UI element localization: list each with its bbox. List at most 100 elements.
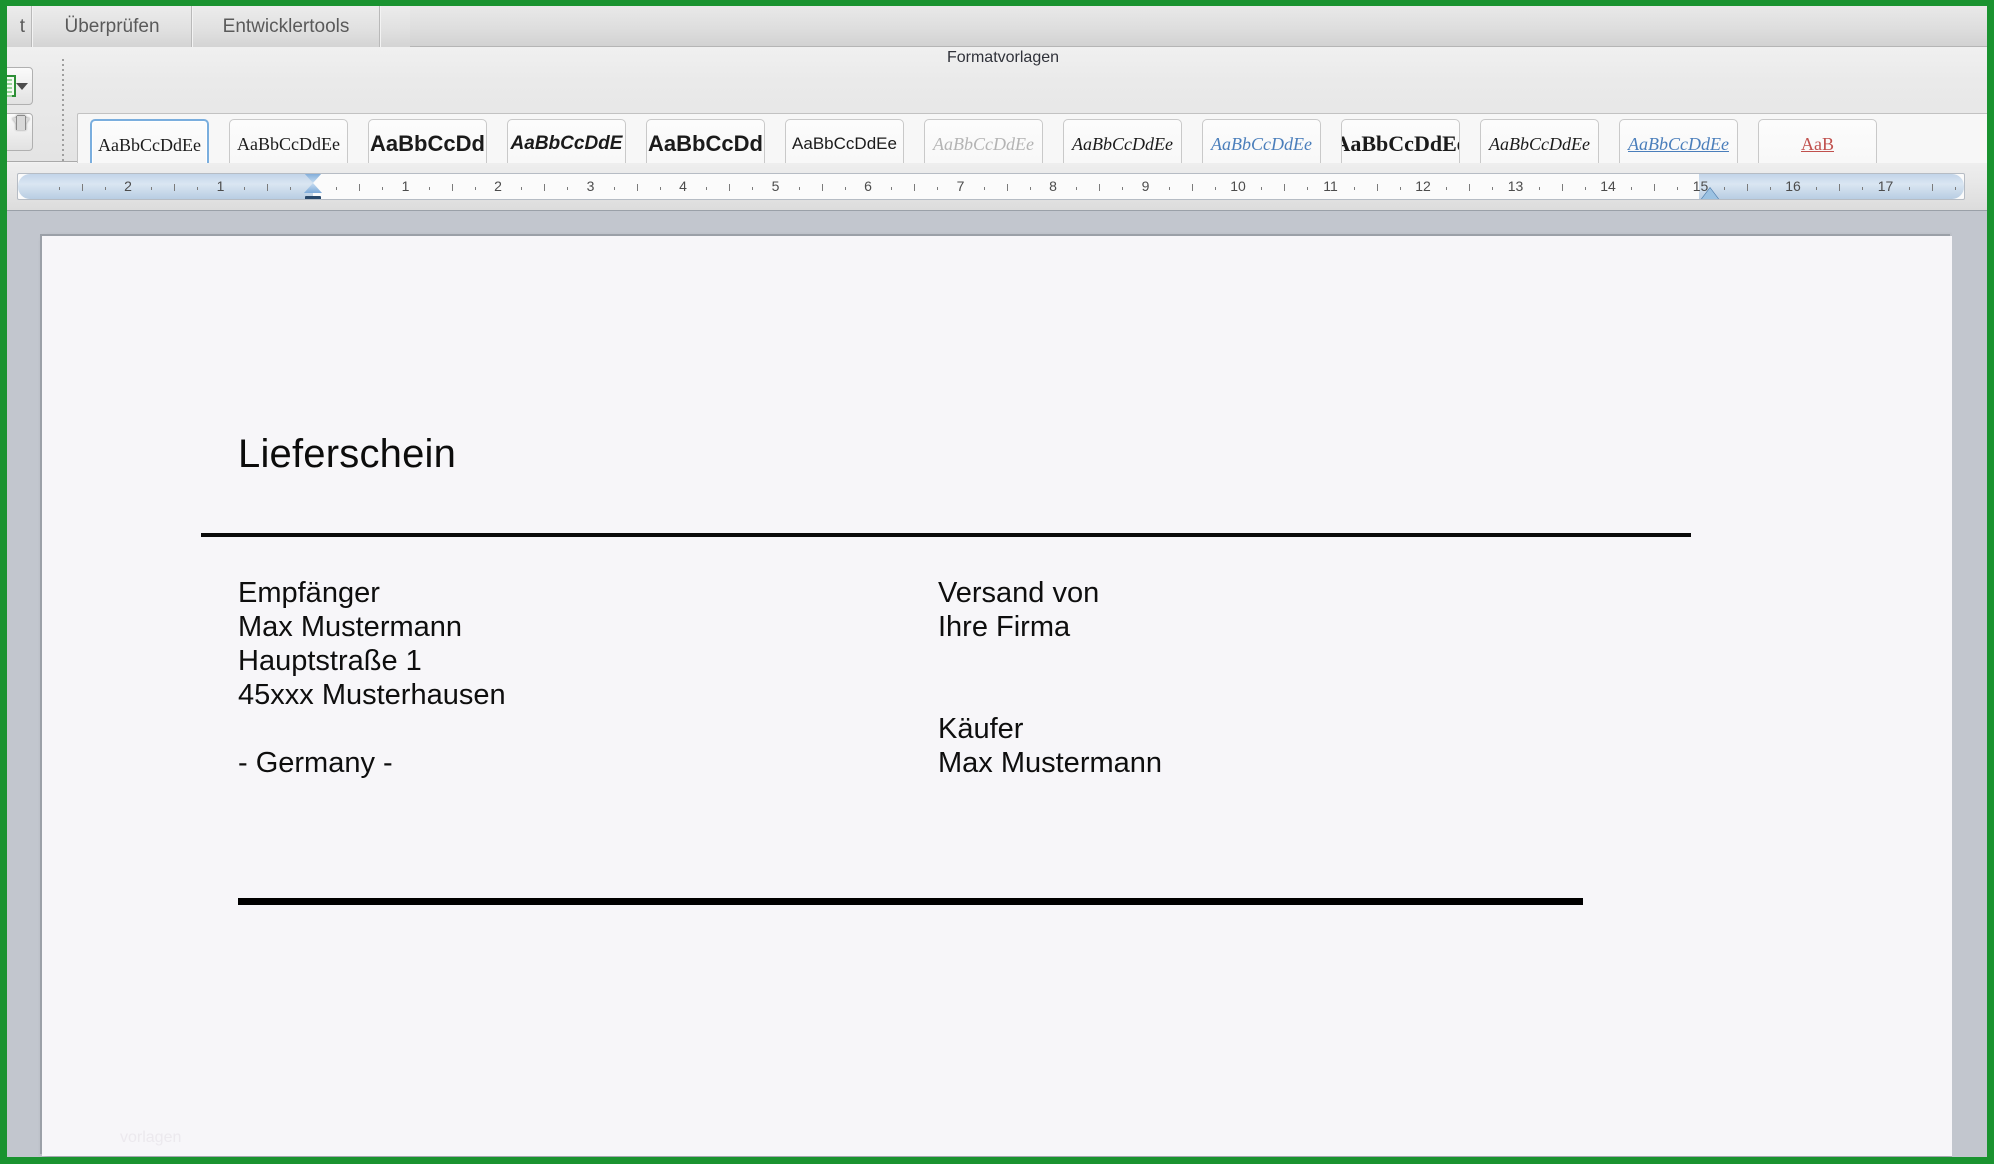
recipient-spacer: [238, 712, 878, 746]
ruler-tick: [1747, 184, 1748, 191]
ruler-number-17: 16: [1785, 178, 1801, 194]
ruler-left-margin-zone: [18, 174, 313, 199]
ruler-tick: [1192, 184, 1193, 191]
ruler-tick: [1400, 187, 1401, 190]
footer-rule: [238, 898, 1583, 905]
ruler-tick: [452, 184, 453, 191]
ruler-tick: [822, 184, 823, 191]
sender-spacer-2: [938, 678, 1578, 712]
ruler-tick: [1839, 184, 1840, 191]
ruler-tick: [151, 187, 152, 190]
ruler-tick: [336, 187, 337, 190]
sender-heading: Versand von: [938, 577, 1100, 609]
sender-spacer-1: [938, 644, 1578, 678]
ruler-tick: [82, 184, 83, 191]
ruler-tick: [1932, 184, 1933, 191]
ruler-tick: [290, 187, 291, 190]
tab-ueberpruefen[interactable]: Überprüfen: [32, 6, 192, 47]
ruler-tick: [1585, 187, 1586, 190]
ruler-tick: [845, 187, 846, 190]
ruler-tick: [1862, 187, 1863, 190]
style-preview-7: AaBbCcDdEe: [1072, 133, 1173, 154]
ruler-tick: [752, 187, 753, 190]
style-preview-3: AaBbCcDdE: [510, 133, 623, 154]
recipient-name: Max Mustermann: [238, 611, 463, 643]
ruler-tick: [105, 187, 106, 190]
ruler-tick: [1562, 184, 1563, 191]
tab-clipped[interactable]: t: [7, 6, 32, 47]
ruler-tick: [1955, 187, 1956, 190]
ruler-tick: [1099, 184, 1100, 191]
document-page[interactable]: Lieferschein Empfänger Max Mustermann Ha…: [42, 236, 1952, 1156]
tab-overflow[interactable]: [380, 6, 410, 47]
left-indent-marker[interactable]: [304, 174, 322, 199]
sender-company: Ihre Firma: [938, 611, 1071, 643]
ruler-right-margin-zone: [1699, 174, 1964, 199]
buyer-heading: Käufer: [938, 713, 1024, 745]
ruler-tick: [1539, 187, 1540, 190]
ruler-tick: [1215, 187, 1216, 190]
ruler-number-11: 10: [1230, 178, 1246, 194]
borders-icon: [7, 75, 16, 97]
ruler-tick: [544, 184, 545, 191]
ruler-tick: [729, 184, 730, 191]
recipient-street: Hauptstraße 1: [238, 645, 422, 677]
ruler-tick: [1631, 187, 1632, 190]
ruler-number-1: 1: [216, 178, 225, 194]
tab-entwicklertools[interactable]: Entwicklertools: [192, 6, 380, 47]
ruler-tick: [1654, 184, 1655, 191]
ruler-number-9: 8: [1049, 178, 1057, 194]
ruler-tick: [1677, 187, 1678, 190]
ruler-tick: [567, 187, 568, 190]
header-rule: [201, 533, 1691, 537]
paragraph-borders-button[interactable]: [7, 67, 33, 105]
recipient-heading: Empfänger: [238, 577, 380, 609]
style-preview-4: AaBbCcDd: [648, 131, 763, 156]
ruler-tick: [984, 187, 985, 190]
right-indent-marker[interactable]: [1701, 188, 1719, 199]
ribbon-body: Formatvorlagen AZ AaBbCcDdEeStandardAaBb…: [7, 47, 1987, 196]
sort-button[interactable]: AZ: [7, 113, 33, 151]
ruler-tick: [475, 187, 476, 190]
ruler-tick: [382, 187, 383, 190]
word-window: t Überprüfen Entwicklertools Formatvorla…: [0, 0, 1994, 1164]
ruler-tick: [799, 187, 800, 190]
document-title: Lieferschein: [238, 432, 457, 476]
style-preview-8: AaBbCcDdEe: [1211, 133, 1312, 154]
ruler-tick: [244, 187, 245, 190]
ruler-number-4: 3: [586, 178, 595, 194]
document-content: Lieferschein Empfänger Max Mustermann Ha…: [201, 236, 1758, 1156]
ruler-number-5: 4: [679, 178, 687, 194]
ribbon-tab-strip: t Überprüfen Entwicklertools: [7, 6, 1987, 47]
styles-group-caption-label: Formatvorlagen: [946, 49, 1060, 66]
ruler-tick: [359, 184, 360, 191]
down-arrow-icon: [12, 116, 30, 130]
horizontal-ruler[interactable]: 2 1 1 2 3 4 5 6 7 8 9 10 11 12 13 14 15 16 17: [17, 173, 1965, 200]
hanging-indent-icon: [304, 183, 322, 193]
ruler-number-10: 9: [1141, 178, 1150, 194]
ruler-tick: [614, 187, 615, 190]
ruler-number-0: 2: [124, 178, 132, 194]
ruler-tick: [174, 184, 175, 191]
ruler-number-12: 11: [1323, 178, 1338, 194]
ruler-tick: [1307, 187, 1308, 190]
style-preview-11: AaBbCcDdEe: [1628, 133, 1729, 154]
ruler-tick: [521, 187, 522, 190]
buyer-name: Max Mustermann: [938, 747, 1163, 779]
style-preview-0: AaBbCcDdEe: [98, 134, 201, 155]
ruler-number-8: 7: [956, 178, 965, 194]
ruler-number-13: 12: [1415, 178, 1431, 194]
ruler-tick: [1007, 184, 1008, 191]
ruler-tick: [429, 187, 430, 190]
ruler-tick: [1377, 184, 1378, 191]
styles-group-caption: Formatvorlagen: [7, 49, 1987, 67]
document-canvas: Lieferschein Empfänger Max Mustermann Ha…: [7, 211, 1987, 1157]
ruler-tick: [267, 184, 268, 191]
ruler-number-15: 14: [1600, 178, 1616, 194]
ruler-tick: [637, 184, 638, 191]
ruler-number-14: 13: [1507, 178, 1524, 194]
ruler-tick: [1354, 187, 1355, 190]
style-preview-10: AaBbCcDdEe: [1489, 133, 1590, 154]
background-watermark: vorlagen: [120, 1129, 182, 1146]
ruler-tick: [660, 187, 661, 190]
